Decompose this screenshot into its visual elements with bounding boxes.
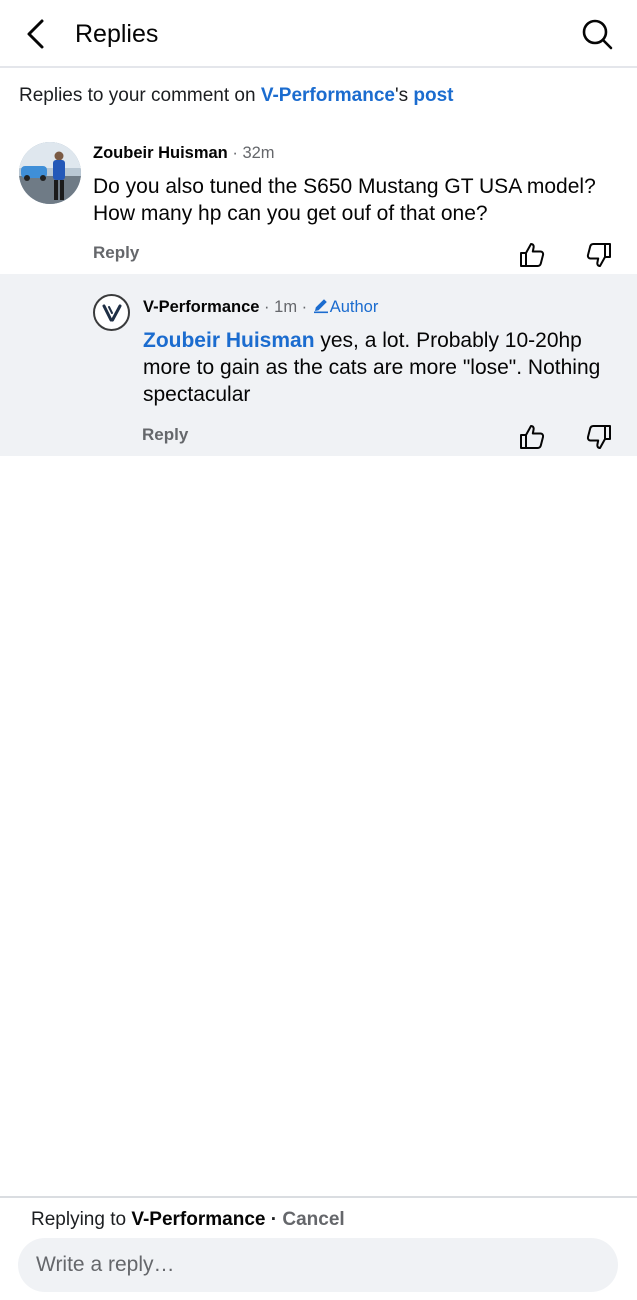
thumbs-down-icon (586, 425, 611, 449)
meta-separator: · (227, 144, 243, 162)
replying-name: V-Performance (131, 1209, 266, 1230)
replying-prefix: Replying to (31, 1209, 132, 1230)
meta-separator: · (259, 298, 275, 316)
thumbs-down-icon (586, 243, 611, 267)
mention-link[interactable]: Zoubeir Huisman (143, 329, 315, 352)
search-icon (582, 19, 613, 50)
thumbs-up-icon (520, 425, 545, 449)
avatar[interactable] (93, 294, 130, 331)
replies-context: Replies to your comment on V-Performance… (19, 84, 453, 108)
comment-author[interactable]: Zoubeir Huisman (93, 144, 228, 162)
comment: Zoubeir Huisman · 32m Do you also tuned … (0, 128, 637, 274)
replying-to-bar: Replying to V-Performance · Cancel (31, 1208, 345, 1232)
reply-composer: Replying to V-Performance · Cancel (0, 1196, 637, 1300)
comment-meta: V-Performance · 1m · Author (143, 296, 378, 318)
reply-comment: V-Performance · 1m · Author Zoubeir Huis… (0, 274, 637, 456)
dislike-button[interactable] (582, 238, 616, 272)
comment-author[interactable]: V-Performance (143, 298, 259, 316)
pencil-icon (313, 299, 328, 314)
profile-photo-icon (19, 142, 81, 204)
like-button[interactable] (515, 420, 549, 454)
comment-meta: Zoubeir Huisman · 32m (93, 142, 275, 164)
comment-text: Do you also tuned the S650 Mustang GT US… (93, 175, 596, 225)
like-button[interactable] (515, 238, 549, 272)
post-link[interactable]: post (413, 85, 453, 106)
reply-input[interactable] (18, 1238, 618, 1292)
page-title: Replies (75, 20, 159, 48)
v-performance-logo-icon (102, 304, 121, 321)
comment-text: Zoubeir Huisman yes, a lot. Probably 10-… (143, 327, 613, 408)
dislike-button[interactable] (582, 420, 616, 454)
context-possessive: 's (394, 85, 414, 106)
back-button[interactable] (16, 12, 56, 56)
cancel-button[interactable]: Cancel (282, 1209, 344, 1230)
header-bar: Replies (0, 0, 637, 68)
author-badge-label: Author (329, 298, 379, 316)
author-badge: Author (312, 298, 379, 316)
reply-button[interactable]: Reply (142, 424, 188, 446)
chevron-left-icon (27, 19, 44, 49)
page-link[interactable]: V-Performance (261, 85, 395, 106)
comment-time: 32m (242, 144, 275, 162)
avatar[interactable] (19, 142, 81, 204)
comment-time: 1m (274, 298, 298, 316)
reply-button[interactable]: Reply (93, 242, 139, 264)
thumbs-up-icon (520, 243, 545, 267)
replying-separator: · (265, 1209, 283, 1230)
search-button[interactable] (575, 12, 619, 56)
context-prefix: Replies to your comment on (19, 85, 261, 106)
meta-separator: · (297, 298, 312, 316)
